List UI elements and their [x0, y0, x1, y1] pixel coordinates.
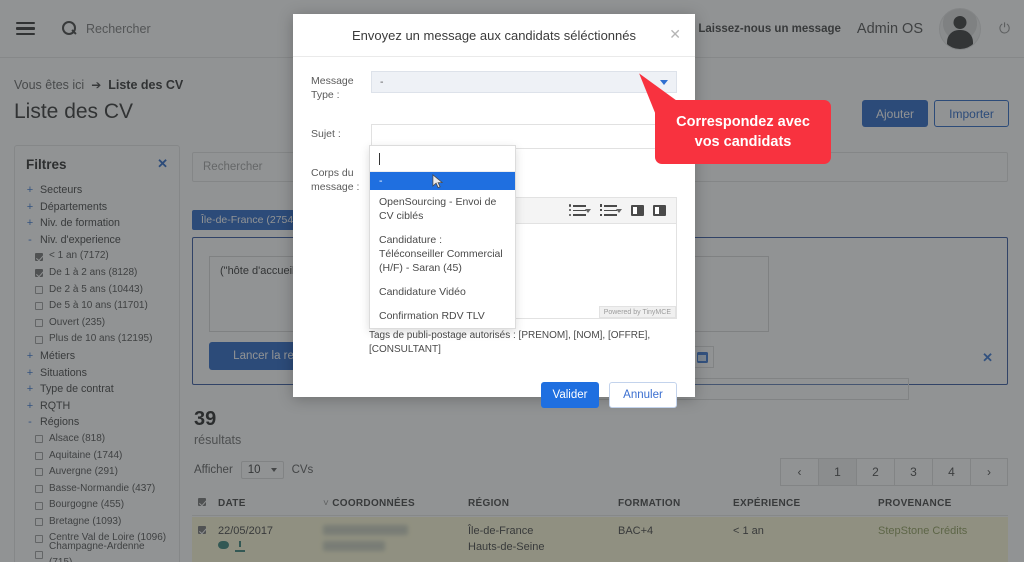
numbered-list-icon[interactable]	[599, 204, 622, 216]
dropdown-option-3[interactable]: Candidature Vidéo	[370, 280, 515, 304]
validate-button[interactable]: Valider	[541, 382, 599, 408]
modal-title: Envoyez un message aux candidats sélécti…	[351, 27, 636, 43]
dropdown-option-1[interactable]: OpenSourcing - Envoi de CV ciblés	[370, 190, 515, 228]
modal-footer: Valider Annuler	[541, 382, 677, 408]
indent-icon[interactable]	[653, 205, 666, 216]
message-type-dropdown: - OpenSourcing - Envoi de CV ciblés Candi…	[369, 145, 516, 329]
dropdown-option-0[interactable]: -	[370, 172, 515, 190]
send-message-modal: Envoyez un message aux candidats sélécti…	[293, 14, 695, 408]
modal-header: Envoyez un message aux candidats sélécti…	[293, 14, 695, 57]
cancel-button[interactable]: Annuler	[609, 382, 677, 408]
body-label: Corps du message :	[311, 167, 360, 193]
dropdown-option-2[interactable]: Candidature : Téléconseiller Commercial …	[370, 228, 515, 280]
field-message-type: Message Type : -	[311, 71, 677, 102]
message-type-label: Message Type :	[311, 75, 354, 101]
cursor-icon	[432, 174, 444, 189]
subject-label: Sujet :	[311, 128, 341, 140]
app-root: Laissez-nous un message Admin OS ⏻ Vous …	[0, 0, 1024, 562]
modal-body: Message Type : - Sujet : Corps du messag…	[293, 57, 695, 408]
dropdown-options: - OpenSourcing - Envoi de CV ciblés Candi…	[370, 172, 515, 328]
bullet-list-icon[interactable]	[568, 204, 591, 216]
message-type-select[interactable]: -	[371, 71, 677, 93]
dropdown-option-4[interactable]: Confirmation RDV TLV	[370, 304, 515, 328]
dropdown-search-input[interactable]	[370, 146, 515, 172]
callout-bubble: Correspondez avec vos candidats	[639, 62, 831, 164]
outdent-icon[interactable]	[631, 205, 644, 216]
message-type-value: -	[380, 76, 384, 88]
callout-text: Correspondez avec vos candidats	[676, 114, 810, 150]
tags-note: Tags de publi-postage autorisés : [PRENO…	[369, 330, 651, 355]
close-icon[interactable]: ✕	[669, 26, 681, 43]
powered-by-label: Powered by TinyMCE	[598, 306, 676, 318]
